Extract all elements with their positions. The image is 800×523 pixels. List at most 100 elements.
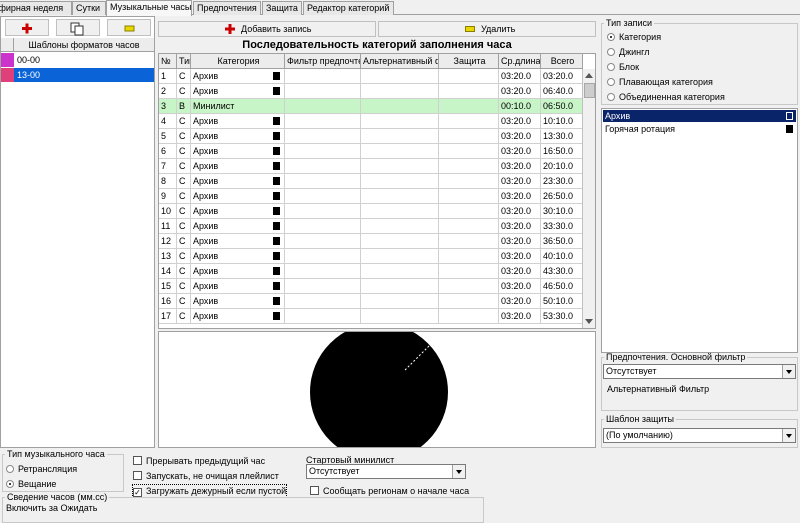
- table-cell[interactable]: [439, 69, 499, 84]
- table-cell[interactable]: 03:20.0: [499, 174, 541, 189]
- table-cell[interactable]: Архив: [191, 174, 285, 189]
- table-cell[interactable]: [361, 294, 439, 309]
- table-cell[interactable]: [439, 144, 499, 159]
- table-cell[interactable]: Архив: [191, 204, 285, 219]
- table-row[interactable]: 14 C Архив 03:20.0 43:30.0: [159, 264, 583, 279]
- table-cell[interactable]: [285, 204, 361, 219]
- template-row[interactable]: 00-00: [1, 53, 154, 67]
- table-cell[interactable]: 00:10.0: [499, 99, 541, 114]
- table-cell[interactable]: C: [177, 69, 191, 84]
- table-cell[interactable]: [439, 159, 499, 174]
- sequence-grid[interactable]: № Тип Категория Фильтр предпочтения Альт…: [158, 53, 596, 329]
- tab-music-hours[interactable]: Музыкальные часы: [106, 0, 192, 16]
- table-cell[interactable]: 8: [159, 174, 177, 189]
- table-cell[interactable]: 03:20.0: [499, 249, 541, 264]
- table-cell[interactable]: [285, 84, 361, 99]
- table-cell[interactable]: Архив: [191, 159, 285, 174]
- table-cell[interactable]: 03:20.0: [499, 129, 541, 144]
- checkbox-no-clear-playlist[interactable]: Запускать, не очищая плейлист: [133, 470, 279, 482]
- table-cell[interactable]: C: [177, 159, 191, 174]
- table-cell[interactable]: [361, 159, 439, 174]
- table-cell[interactable]: 5: [159, 129, 177, 144]
- table-cell[interactable]: 7: [159, 159, 177, 174]
- table-row[interactable]: 17 C Архив 03:20.0 53:30.0: [159, 309, 583, 324]
- category-list[interactable]: Архив Горячая ротация: [601, 108, 798, 353]
- table-cell[interactable]: Минилист: [191, 99, 285, 114]
- table-cell[interactable]: [439, 84, 499, 99]
- table-cell[interactable]: Архив: [191, 144, 285, 159]
- table-cell[interactable]: 36:50.0: [541, 234, 583, 249]
- tab-preferences[interactable]: Предпочтения: [193, 1, 261, 15]
- table-cell[interactable]: [439, 309, 499, 324]
- table-cell[interactable]: [285, 69, 361, 84]
- table-cell[interactable]: [285, 249, 361, 264]
- radio-floating-category[interactable]: Плавающая категория: [607, 76, 713, 88]
- table-cell[interactable]: 03:20.0: [499, 144, 541, 159]
- table-cell[interactable]: [285, 234, 361, 249]
- table-cell[interactable]: 30:10.0: [541, 204, 583, 219]
- table-cell[interactable]: 14: [159, 264, 177, 279]
- table-cell[interactable]: Архив: [191, 309, 285, 324]
- table-cell[interactable]: C: [177, 129, 191, 144]
- table-cell[interactable]: 03:20.0: [499, 84, 541, 99]
- table-cell[interactable]: 03:20.0: [499, 69, 541, 84]
- table-row[interactable]: 15 C Архив 03:20.0 46:50.0: [159, 279, 583, 294]
- delete-record-button[interactable]: Удалить: [378, 21, 596, 37]
- table-cell[interactable]: C: [177, 189, 191, 204]
- table-cell[interactable]: [439, 114, 499, 129]
- table-cell[interactable]: [361, 69, 439, 84]
- table-cell[interactable]: 03:20.0: [499, 279, 541, 294]
- table-cell[interactable]: [439, 264, 499, 279]
- table-cell[interactable]: Архив: [191, 219, 285, 234]
- table-cell[interactable]: 10: [159, 204, 177, 219]
- table-cell[interactable]: [439, 279, 499, 294]
- table-cell[interactable]: 6: [159, 144, 177, 159]
- table-cell[interactable]: 16:50.0: [541, 144, 583, 159]
- chevron-down-icon[interactable]: [452, 465, 465, 478]
- table-cell[interactable]: [361, 129, 439, 144]
- table-cell[interactable]: [285, 99, 361, 114]
- chevron-down-icon[interactable]: [782, 365, 795, 378]
- table-row[interactable]: 11 C Архив 03:20.0 33:30.0: [159, 219, 583, 234]
- table-cell[interactable]: 9: [159, 189, 177, 204]
- table-cell[interactable]: 03:20.0: [499, 189, 541, 204]
- table-cell[interactable]: C: [177, 294, 191, 309]
- table-cell[interactable]: [361, 279, 439, 294]
- table-cell[interactable]: [361, 249, 439, 264]
- category-item[interactable]: Горячая ротация: [603, 123, 796, 135]
- add-template-button[interactable]: [5, 19, 49, 36]
- table-cell[interactable]: 06:40.0: [541, 84, 583, 99]
- table-cell[interactable]: [439, 234, 499, 249]
- table-cell[interactable]: C: [177, 114, 191, 129]
- table-cell[interactable]: 17: [159, 309, 177, 324]
- table-cell[interactable]: [361, 84, 439, 99]
- table-row[interactable]: 5 C Архив 03:20.0 13:30.0: [159, 129, 583, 144]
- table-cell[interactable]: Архив: [191, 279, 285, 294]
- table-cell[interactable]: 03:20.0: [499, 114, 541, 129]
- table-cell[interactable]: [439, 219, 499, 234]
- radio-retranslation[interactable]: Ретрансляция: [6, 463, 77, 475]
- table-row[interactable]: 13 C Архив 03:20.0 40:10.0: [159, 249, 583, 264]
- table-cell[interactable]: C: [177, 279, 191, 294]
- table-cell[interactable]: [439, 129, 499, 144]
- table-row[interactable]: 6 C Архив 03:20.0 16:50.0: [159, 144, 583, 159]
- remove-template-button[interactable]: [107, 19, 151, 36]
- radio-category[interactable]: Категория: [607, 31, 661, 43]
- table-cell[interactable]: [439, 249, 499, 264]
- table-cell[interactable]: 1: [159, 69, 177, 84]
- table-cell[interactable]: C: [177, 264, 191, 279]
- table-cell[interactable]: 43:30.0: [541, 264, 583, 279]
- col-header-alt-filter[interactable]: Альтернативный ф: [361, 54, 439, 69]
- radio-broadcast[interactable]: Вещание: [6, 478, 56, 490]
- table-cell[interactable]: C: [177, 84, 191, 99]
- table-cell[interactable]: 03:20.0: [499, 234, 541, 249]
- table-cell[interactable]: 20:10.0: [541, 159, 583, 174]
- table-cell[interactable]: [285, 159, 361, 174]
- grid-scrollbar[interactable]: [582, 69, 595, 328]
- table-cell[interactable]: 2: [159, 84, 177, 99]
- start-minilist-select[interactable]: Отсутствует: [306, 464, 466, 479]
- table-row[interactable]: 9 C Архив 03:20.0 26:50.0: [159, 189, 583, 204]
- table-cell[interactable]: C: [177, 219, 191, 234]
- table-cell[interactable]: 03:20.0: [499, 309, 541, 324]
- table-cell[interactable]: [285, 174, 361, 189]
